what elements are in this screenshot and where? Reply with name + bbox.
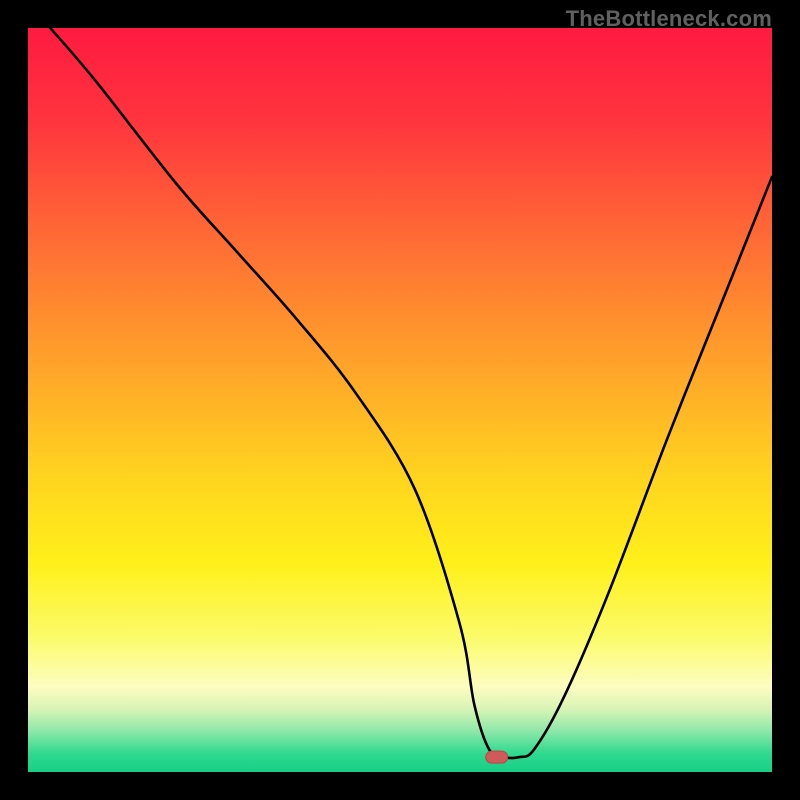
plot-svg [28, 28, 772, 772]
plot-area [28, 28, 772, 772]
watermark-text: TheBottleneck.com [566, 6, 772, 32]
gradient-background [28, 28, 772, 772]
chart-frame: TheBottleneck.com [0, 0, 800, 800]
optimal-marker [486, 751, 508, 763]
